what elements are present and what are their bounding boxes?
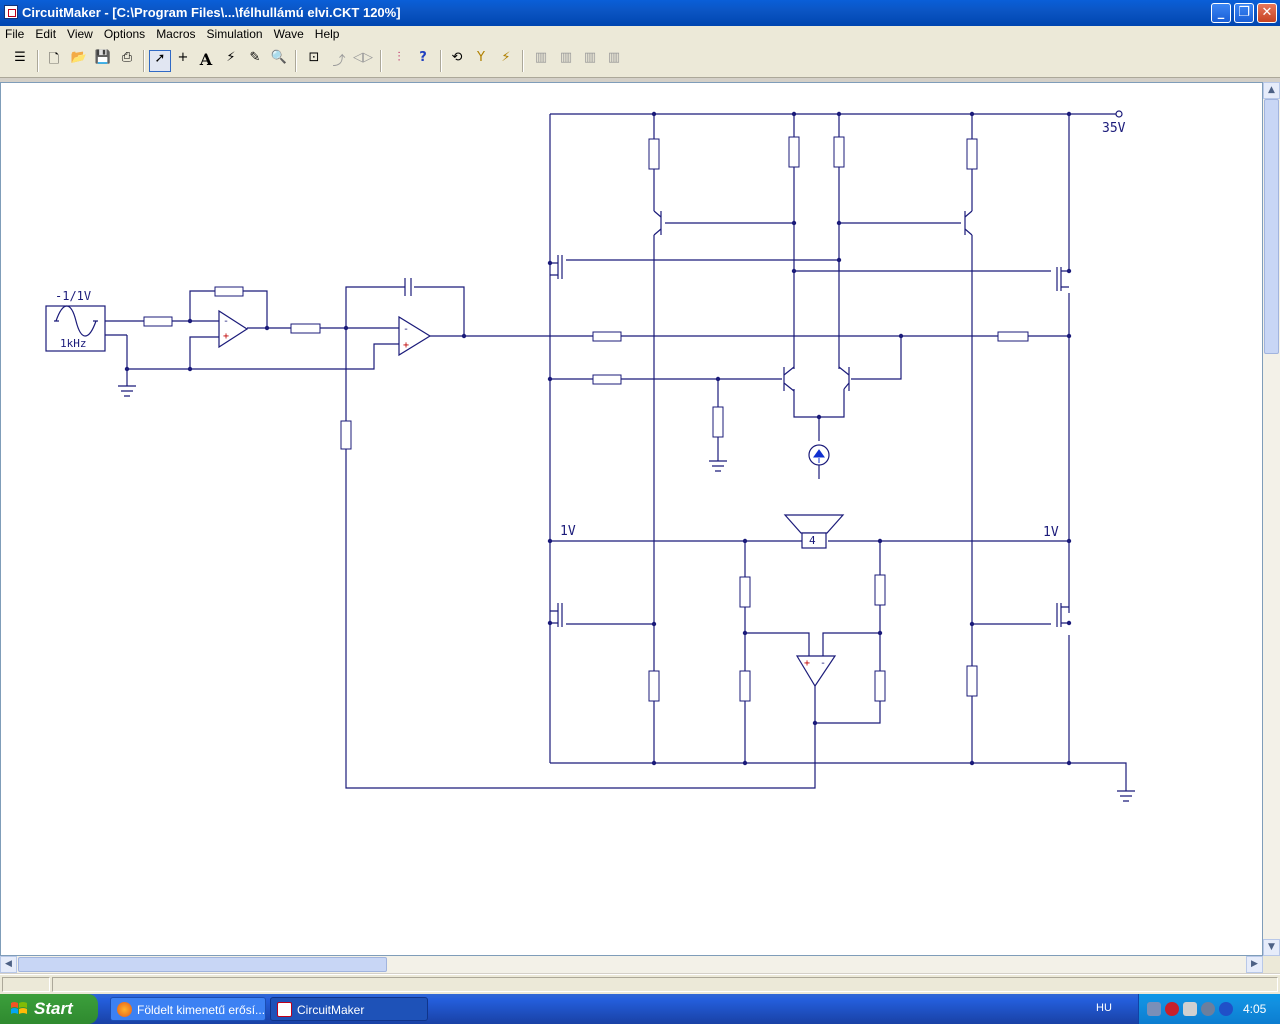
menu-edit[interactable]: Edit bbox=[30, 26, 62, 41]
scroll-up-icon[interactable]: ▲ bbox=[1263, 82, 1280, 99]
wire-tool-icon[interactable]: + bbox=[172, 50, 194, 72]
close-icon: ✕ bbox=[1261, 5, 1273, 20]
restore-button[interactable]: ❐ bbox=[1234, 3, 1254, 23]
arrow-tool-icon[interactable]: ➚ bbox=[149, 50, 171, 72]
volume-icon[interactable] bbox=[1183, 1002, 1197, 1016]
run-icon[interactable]: ⚡ bbox=[495, 50, 517, 72]
taskbar: Start Földelt kimenetű erősí... CircuitM… bbox=[0, 994, 1280, 1024]
restore-icon: ❐ bbox=[1238, 5, 1250, 20]
toolbar-separator bbox=[440, 50, 442, 72]
start-label: Start bbox=[34, 999, 73, 1018]
help-icon[interactable]: ? bbox=[412, 50, 434, 72]
clock[interactable]: 4:05 bbox=[1243, 1002, 1266, 1016]
menu-options[interactable]: Options bbox=[99, 26, 151, 41]
toolbar-separator bbox=[295, 50, 297, 72]
system-tray: 4:05 bbox=[1138, 994, 1280, 1024]
right-bias-label: 1V bbox=[1043, 525, 1059, 540]
macro-1-icon[interactable]: ▥ bbox=[530, 50, 552, 72]
toolbar-separator bbox=[380, 50, 382, 72]
horizontal-scroll-thumb[interactable] bbox=[18, 957, 387, 972]
scroll-down-icon[interactable]: ▼ bbox=[1263, 939, 1280, 956]
language-indicator[interactable]: HU bbox=[1096, 1002, 1112, 1014]
menu-wave[interactable]: Wave bbox=[269, 26, 310, 41]
zoom-window-icon[interactable]: ⊡ bbox=[303, 50, 325, 72]
minimize-icon: _ bbox=[1217, 5, 1225, 20]
firefox-icon bbox=[117, 1002, 132, 1017]
bluetooth-icon[interactable] bbox=[1219, 1002, 1233, 1016]
probe-tool-icon[interactable]: ⚡ bbox=[220, 50, 242, 72]
windows-logo-icon bbox=[11, 1002, 27, 1014]
step-icon[interactable]: Y bbox=[470, 50, 492, 72]
open-file-icon[interactable]: 📂 bbox=[68, 50, 90, 72]
circuitmaker-app-icon[interactable] bbox=[4, 5, 18, 19]
text-tool-icon[interactable]: A bbox=[195, 50, 217, 72]
opamp2-minus: - bbox=[403, 324, 409, 335]
minimize-button[interactable]: _ bbox=[1211, 3, 1231, 23]
opamp1-plus: + bbox=[223, 331, 229, 342]
junction-dots bbox=[124, 111, 1072, 766]
source-amplitude-label: -1/1V bbox=[55, 289, 91, 303]
menu-help[interactable]: Help bbox=[310, 26, 346, 41]
mirror-icon[interactable]: ◁▷ bbox=[352, 50, 374, 72]
digital-analog-icon[interactable]: ⫶ bbox=[388, 50, 410, 72]
schematic-canvas[interactable]: 35V -1/1V 1kHz 1V 1V 4 - + - + + - bbox=[0, 82, 1263, 956]
new-file-icon[interactable]: 🗋 bbox=[43, 50, 65, 72]
menu-simulation[interactable]: Simulation bbox=[202, 26, 269, 41]
macro-4-icon[interactable]: ▥ bbox=[603, 50, 625, 72]
speaker-value-label: 4 bbox=[809, 534, 816, 547]
vertical-scrollbar[interactable]: ▲ ▼ bbox=[1263, 82, 1280, 956]
scroll-right-icon[interactable]: ▶ bbox=[1246, 956, 1263, 973]
zoom-tool-icon[interactable]: 🔍 bbox=[268, 50, 290, 72]
resistors bbox=[143, 136, 1029, 702]
pen-tool-icon[interactable]: ✎ bbox=[244, 50, 266, 72]
source-frequency-label: 1kHz bbox=[60, 337, 87, 350]
schematic-labels: 35V -1/1V 1kHz 1V 1V 4 bbox=[55, 121, 1126, 547]
save-icon[interactable]: 💾 bbox=[92, 50, 114, 72]
opamp1-minus: - bbox=[223, 316, 229, 327]
opamp3-minus: - bbox=[820, 658, 826, 669]
scroll-left-icon[interactable]: ◀ bbox=[0, 956, 17, 973]
security-shield-icon[interactable] bbox=[1165, 1002, 1179, 1016]
supply-label: 35V bbox=[1102, 121, 1126, 136]
network-icon[interactable] bbox=[1147, 1002, 1161, 1016]
taskbar-item-label: CircuitMaker bbox=[297, 1003, 365, 1017]
status-bar bbox=[0, 974, 1280, 994]
rotate-icon[interactable]: ⤴ bbox=[328, 50, 350, 72]
menu-view[interactable]: View bbox=[62, 26, 99, 41]
macro-3-icon[interactable]: ▥ bbox=[579, 50, 601, 72]
close-button[interactable]: ✕ bbox=[1257, 3, 1277, 23]
circuitmaker-icon bbox=[277, 1002, 292, 1017]
vertical-scroll-thumb[interactable] bbox=[1264, 99, 1279, 354]
print-icon[interactable]: ⎙ bbox=[116, 50, 138, 72]
title-bar: CircuitMaker - [C:\Program Files\...\fél… bbox=[0, 0, 1280, 26]
window-title: CircuitMaker - [C:\Program Files\...\fél… bbox=[22, 5, 401, 20]
toolbar-separator bbox=[143, 50, 145, 72]
device-icon[interactable] bbox=[1201, 1002, 1215, 1016]
toolbar-separator bbox=[37, 50, 39, 72]
menu-file[interactable]: File bbox=[0, 26, 30, 41]
menu-macros[interactable]: Macros bbox=[151, 26, 201, 41]
start-button[interactable]: Start bbox=[0, 994, 98, 1024]
opamp2-plus: + bbox=[403, 340, 409, 351]
taskbar-item-firefox[interactable]: Földelt kimenetű erősí... bbox=[110, 997, 266, 1021]
toolbar-separator bbox=[522, 50, 524, 72]
taskbar-item-circuitmaker[interactable]: CircuitMaker bbox=[270, 997, 428, 1021]
scroll-corner bbox=[1263, 956, 1280, 973]
horizontal-scrollbar[interactable]: ◀ ▶ bbox=[0, 956, 1263, 973]
macro-2-icon[interactable]: ▥ bbox=[555, 50, 577, 72]
reset-icon[interactable]: ⟲ bbox=[446, 50, 468, 72]
component-toggle-icon[interactable]: ☰ bbox=[9, 50, 31, 72]
opamp3-plus: + bbox=[804, 658, 810, 669]
status-cell bbox=[2, 977, 50, 992]
left-bias-label: 1V bbox=[560, 524, 576, 539]
status-cell bbox=[52, 977, 1278, 992]
menu-bar: File Edit View Options Macros Simulation Wave H… bbox=[0, 26, 1280, 44]
taskbar-item-label: Földelt kimenetű erősí... bbox=[137, 1003, 266, 1017]
